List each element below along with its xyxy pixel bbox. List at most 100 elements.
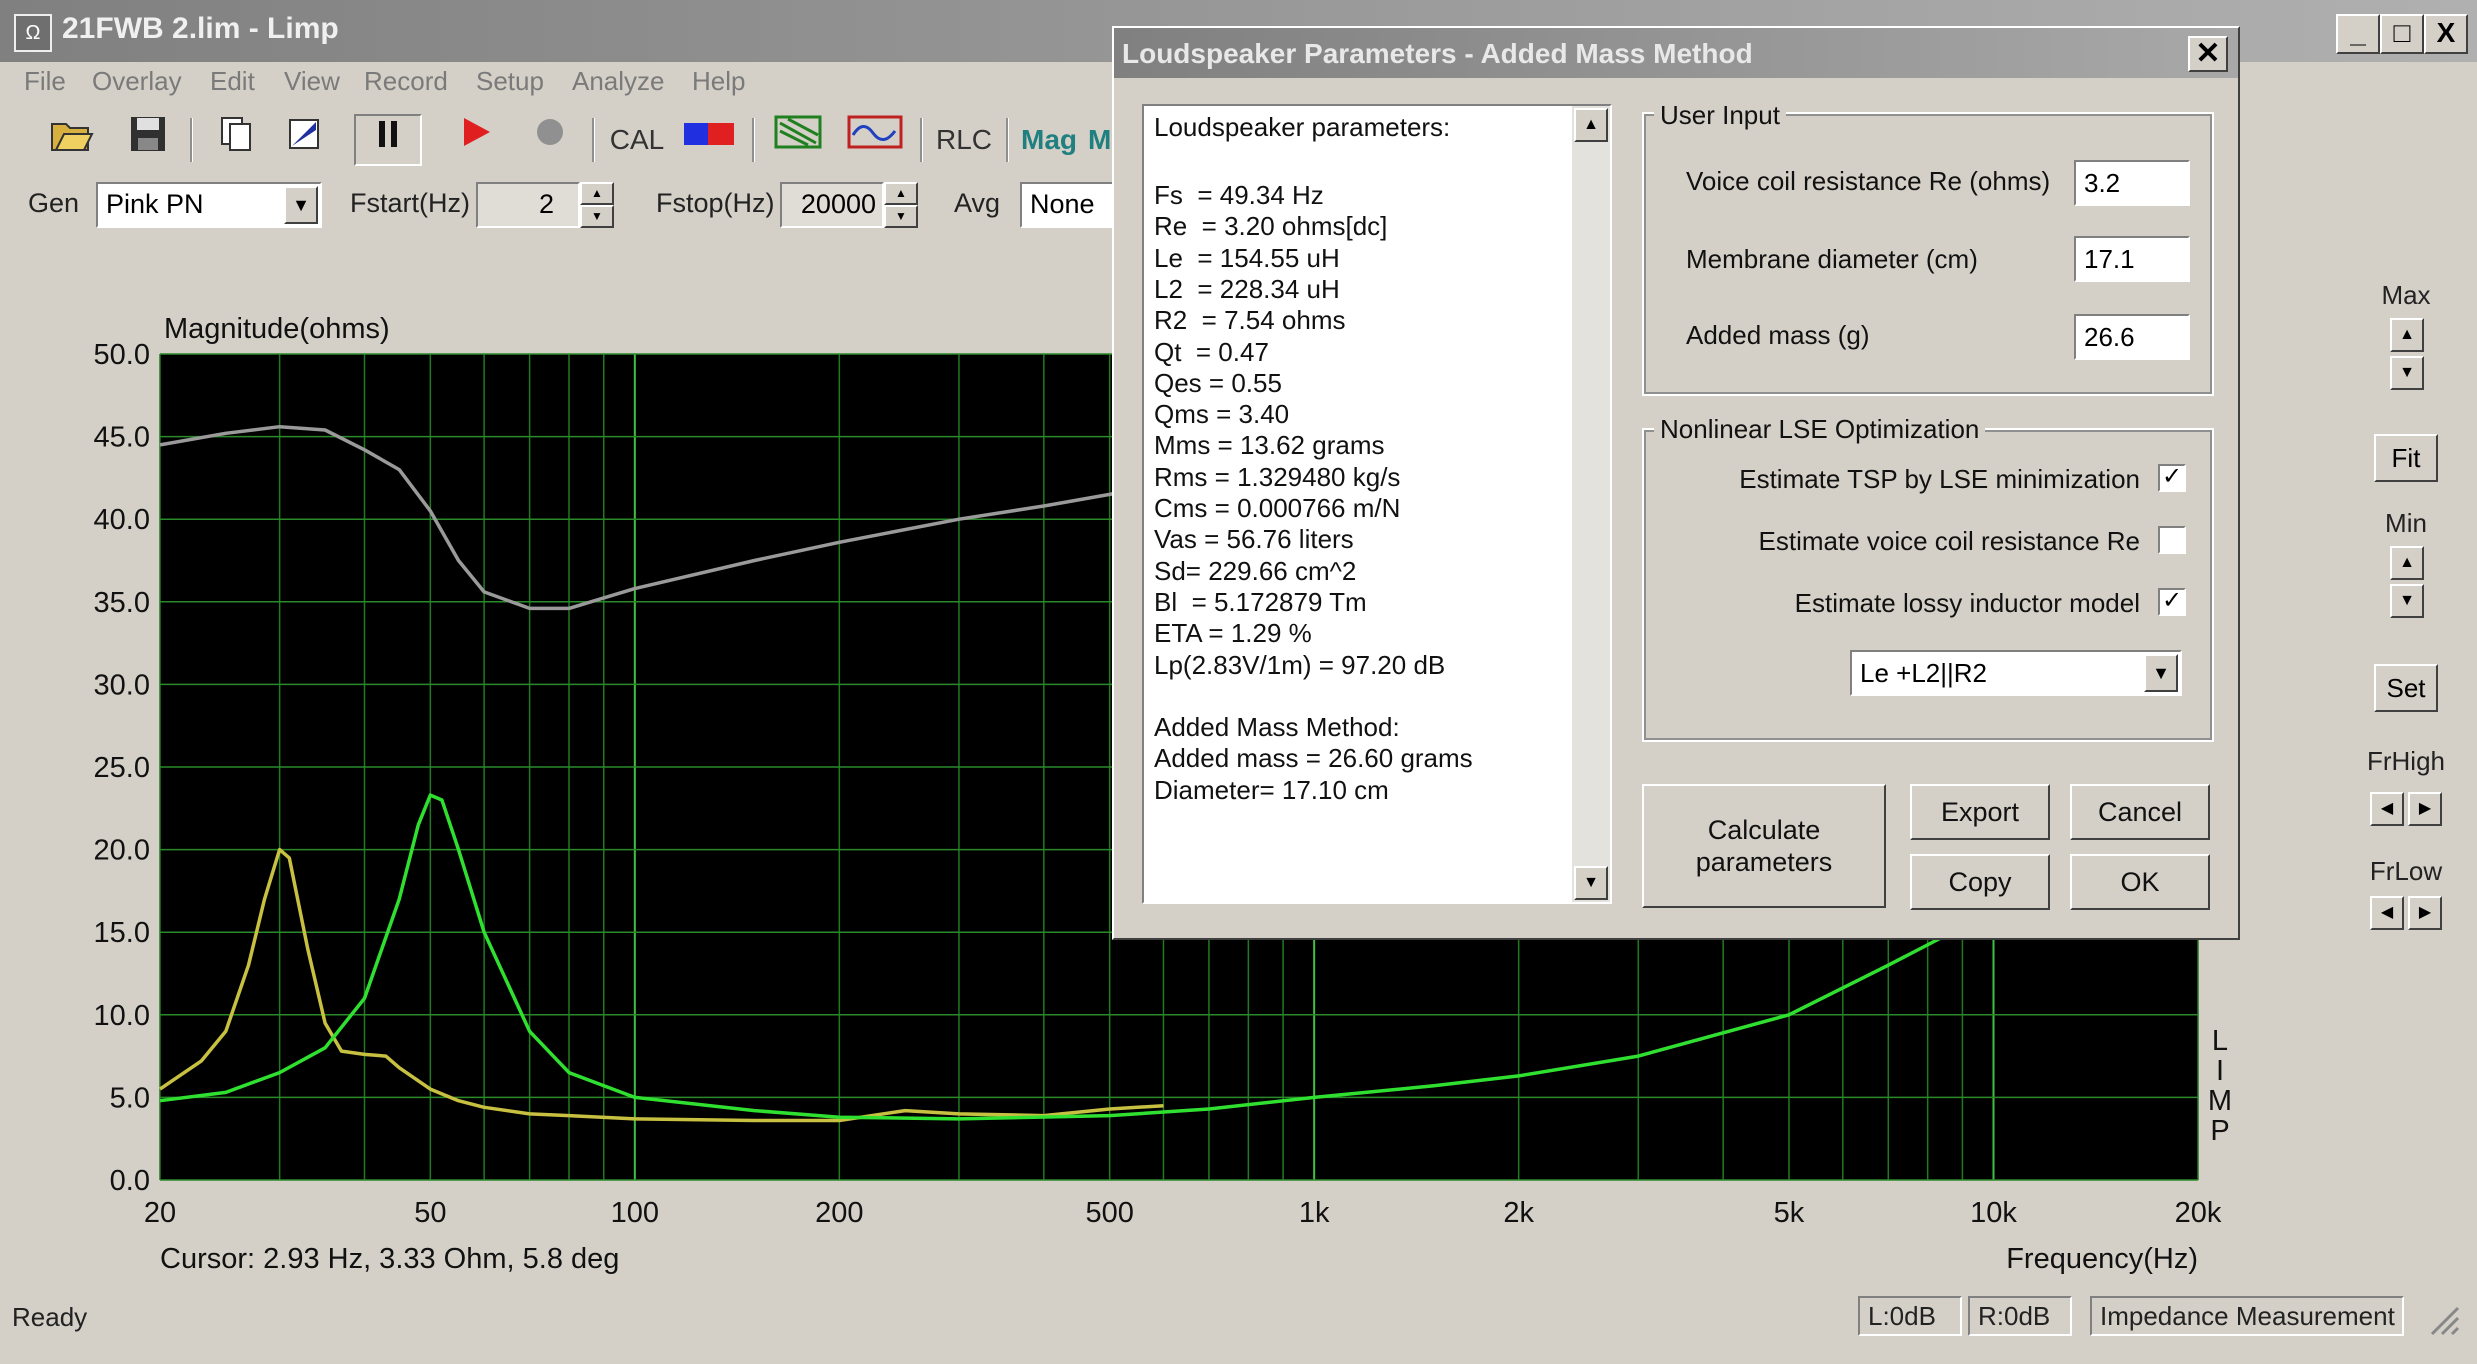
params-header: Loudspeaker parameters:	[1154, 112, 1451, 142]
copy-button[interactable]: Copy	[1910, 854, 2050, 910]
param-line: Qt = 0.47	[1154, 336, 1269, 367]
menu-overlay[interactable]: Overlay	[92, 66, 182, 97]
x-tick-label: 5k	[1774, 1197, 1805, 1229]
min-down-icon[interactable]: ▼	[2390, 584, 2424, 618]
set-button[interactable]: Set	[2374, 664, 2438, 712]
lse-option-inductor-checkbox[interactable]: ✓	[2158, 588, 2186, 616]
x-tick-label: 10k	[1970, 1197, 2017, 1229]
param-line: Le = 154.55 uH	[1154, 242, 1340, 273]
user-input-title: User Input	[1654, 100, 1786, 131]
fstop-up-icon[interactable]: ▲	[884, 182, 918, 205]
vertical-scrollbar[interactable]: ▲ ▼	[1572, 106, 1610, 902]
maximize-button[interactable]: □	[2380, 14, 2424, 54]
param-line: ETA = 1.29 %	[1154, 618, 1312, 649]
play-icon[interactable]	[450, 114, 502, 166]
side-label-letter: I	[2216, 1055, 2224, 1087]
frhigh-right-icon[interactable]: ▶	[2408, 792, 2442, 826]
pause-icon[interactable]	[354, 114, 422, 166]
rlc-button[interactable]: RLC	[928, 114, 1000, 166]
param-line: Qes = 0.55	[1154, 367, 1282, 398]
param-line: Sd= 229.66 cm^2	[1154, 555, 1357, 586]
menu-edit[interactable]: Edit	[210, 66, 255, 97]
frlow-left-icon[interactable]: ◀	[2370, 896, 2404, 930]
record-icon[interactable]	[524, 114, 576, 166]
param-line: L2 = 228.34 uH	[1154, 273, 1340, 304]
cancel-button[interactable]: Cancel	[2070, 784, 2210, 840]
added-mass-input[interactable]: 26.6	[2074, 314, 2190, 360]
re-input[interactable]: 3.2	[2074, 160, 2190, 206]
fstart-down-icon[interactable]: ▼	[580, 205, 614, 228]
diameter-input[interactable]: 17.1	[2074, 236, 2190, 282]
min-up-icon[interactable]: ▲	[2390, 546, 2424, 580]
y-axis-title: Magnitude(ohms)	[164, 313, 390, 345]
check-mark-icon: ✓	[2161, 587, 2183, 614]
scroll-up-icon[interactable]: ▲	[1574, 108, 1608, 142]
frlow-label: FrLow	[2369, 856, 2443, 886]
max-label: Max	[2381, 280, 2431, 310]
dialog-title-bar: Loudspeaker Parameters - Added Mass Meth…	[1114, 28, 2238, 78]
x-axis-title: Frequency(Hz)	[2006, 1243, 2198, 1275]
status-ready: Ready	[12, 1302, 88, 1332]
edit-icon[interactable]	[278, 114, 330, 166]
mag-button[interactable]: Mag	[1014, 114, 1084, 166]
open-icon[interactable]	[46, 114, 98, 166]
menu-setup[interactable]: Setup	[476, 66, 544, 97]
param-line: Lp(2.83V/1m) = 97.20 dB	[1154, 649, 1446, 680]
minimize-button[interactable]: _	[2336, 14, 2380, 54]
copy-icon[interactable]	[210, 114, 262, 166]
lse-option-tsp-checkbox[interactable]: ✓	[2158, 464, 2186, 492]
menu-file[interactable]: File	[24, 66, 66, 97]
check-mark-icon: ✓	[2161, 463, 2183, 490]
resize-grip-icon[interactable]	[2424, 1300, 2460, 1336]
menu-analyze[interactable]: Analyze	[572, 66, 665, 97]
added-mass-label: Added mass (g)	[1686, 320, 1870, 350]
min-label: Min	[2385, 508, 2427, 538]
fstart-input[interactable]: 2	[476, 182, 580, 228]
dialog-close-button[interactable]: ✕	[2188, 36, 2228, 72]
param-line: R2 = 7.54 ohms	[1154, 305, 1346, 336]
max-up-icon[interactable]: ▲	[2390, 318, 2424, 352]
fstart-up-icon[interactable]: ▲	[580, 182, 614, 205]
save-icon[interactable]	[122, 114, 174, 166]
filter-icon[interactable]	[768, 114, 828, 166]
inductor-model-select[interactable]: Le +L2||R2	[1850, 650, 2182, 696]
y-tick-label: 35.0	[94, 587, 150, 619]
color-bar-icon[interactable]	[674, 114, 744, 166]
y-tick-label: 15.0	[94, 917, 150, 949]
cal-button[interactable]: CAL	[602, 114, 672, 166]
menu-help[interactable]: Help	[692, 66, 745, 97]
close-button[interactable]: X	[2424, 14, 2468, 54]
avg-select[interactable]: None	[1020, 182, 1116, 228]
lse-option-re-checkbox[interactable]	[2158, 526, 2186, 554]
y-tick-label: 5.0	[110, 1082, 150, 1114]
x-tick-label: 1k	[1299, 1197, 1330, 1229]
fstop-down-icon[interactable]: ▼	[884, 205, 918, 228]
inductor-model-dropdown-icon[interactable]: ▼	[2144, 654, 2178, 692]
scroll-down-icon[interactable]: ▼	[1574, 866, 1608, 900]
x-tick-label: 20	[144, 1197, 176, 1229]
param-line: Bl = 5.172879 Tm	[1154, 586, 1367, 617]
y-tick-label: 10.0	[94, 1000, 150, 1032]
max-down-icon[interactable]: ▼	[2390, 356, 2424, 390]
frhigh-left-icon[interactable]: ◀	[2370, 792, 2404, 826]
frlow-right-icon[interactable]: ▶	[2408, 896, 2442, 930]
y-tick-label: 30.0	[94, 669, 150, 701]
fstop-input[interactable]: 20000	[780, 182, 884, 228]
parameters-list[interactable]: Loudspeaker parameters: Fs = 49.34 Hz Re …	[1142, 104, 1612, 904]
side-label-letter: P	[2210, 1115, 2229, 1147]
export-button[interactable]: Export	[1910, 784, 2050, 840]
calculate-label-1: Calculate	[1707, 815, 1821, 845]
app-icon[interactable]: Ω	[14, 14, 52, 52]
wave-icon[interactable]	[840, 114, 910, 166]
cursor-readout: Cursor: 2.93 Hz, 3.33 Ohm, 5.8 deg	[160, 1243, 619, 1275]
ok-button[interactable]: OK	[2070, 854, 2210, 910]
frhigh-label: FrHigh	[2366, 746, 2445, 776]
gen-dropdown-icon[interactable]: ▼	[284, 186, 318, 224]
calculate-parameters-button[interactable]: Calculate parameters	[1642, 784, 1886, 908]
y-tick-label: 25.0	[94, 752, 150, 784]
menu-record[interactable]: Record	[364, 66, 448, 97]
fit-button[interactable]: Fit	[2374, 434, 2438, 482]
menu-view[interactable]: View	[284, 66, 340, 97]
m-button[interactable]: M	[1088, 114, 1111, 166]
param-line: Re = 3.20 ohms[dc]	[1154, 211, 1388, 242]
